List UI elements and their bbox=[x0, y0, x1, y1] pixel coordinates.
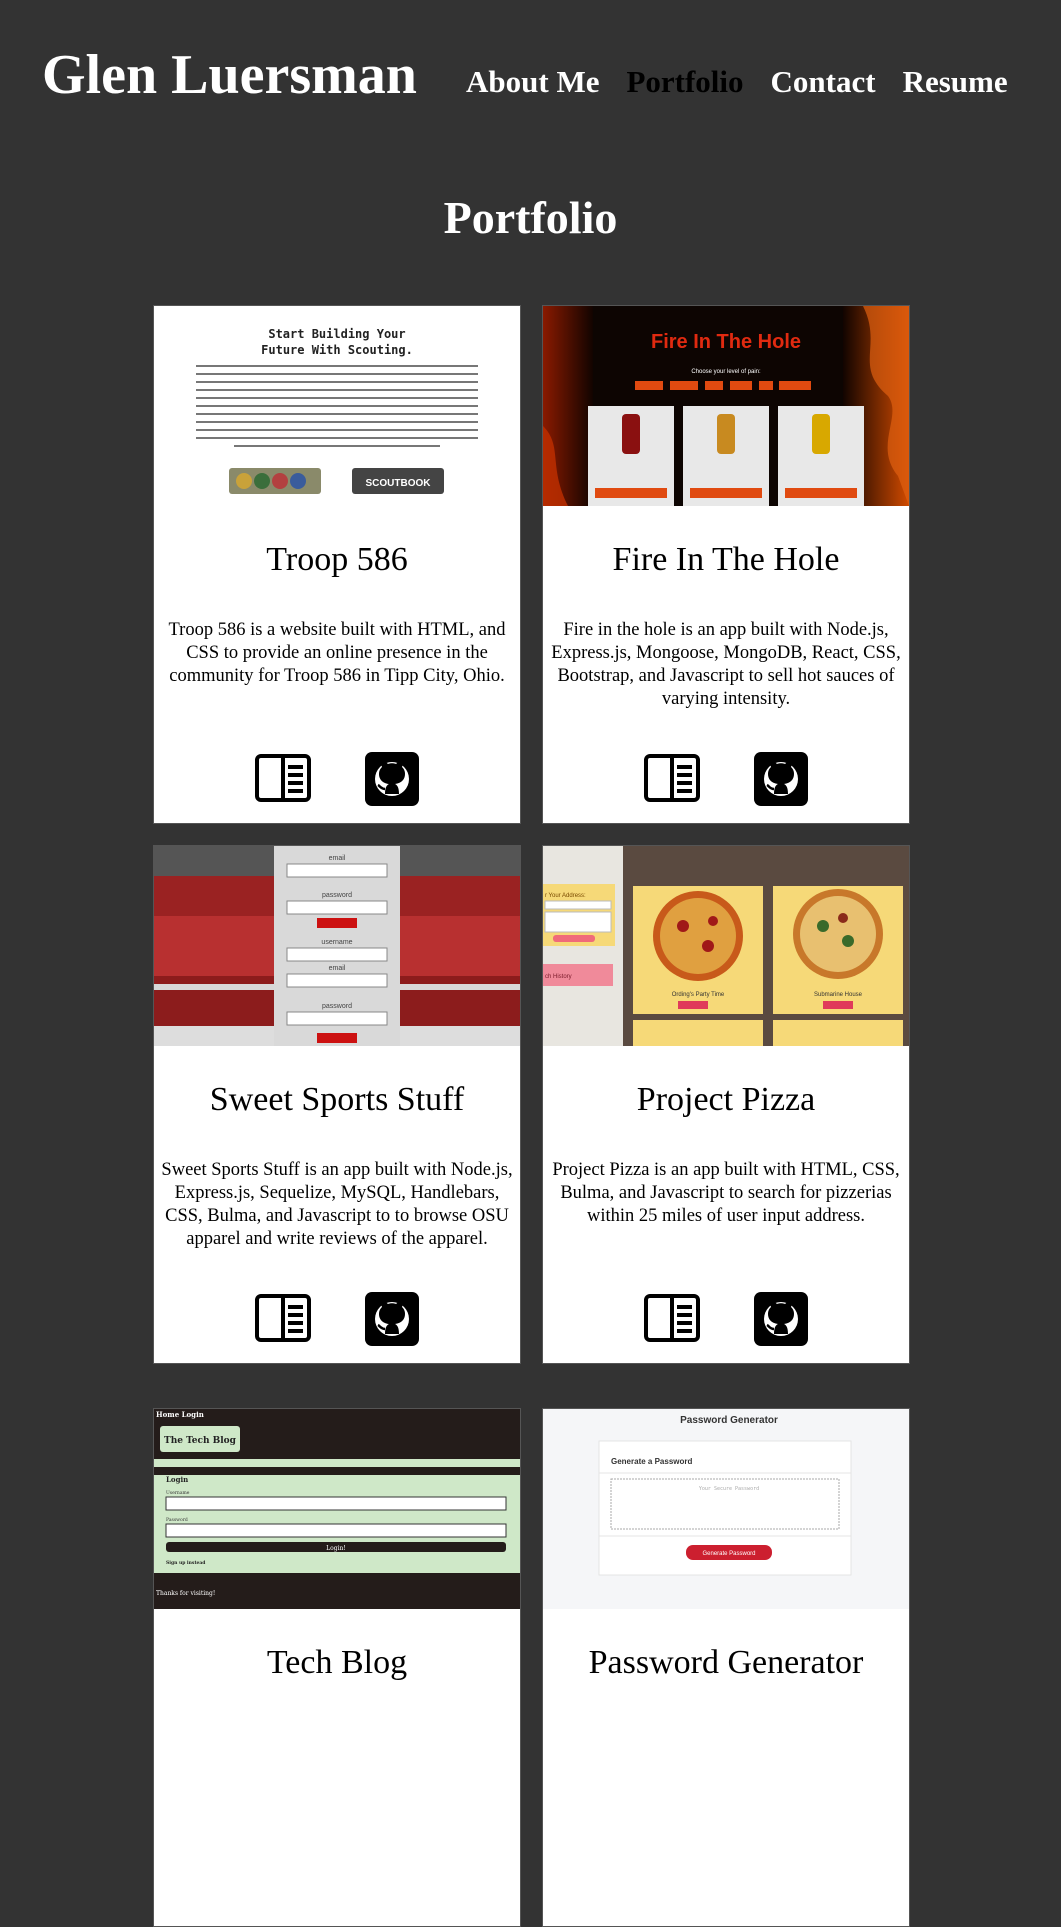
thumb-card-title: Generate a Password bbox=[611, 1457, 692, 1466]
thumb-history: ch History bbox=[545, 974, 572, 980]
project-title: Tech Blog bbox=[266, 1644, 408, 1681]
project-screenshot[interactable]: Start Building Your Future With Scouting… bbox=[154, 306, 520, 506]
thumb-prompt: Choose your level of pain: bbox=[691, 369, 761, 375]
github-icon bbox=[365, 752, 419, 806]
project-description: Troop 586 is a website built with HTML, … bbox=[168, 620, 506, 686]
github-icon bbox=[754, 752, 808, 806]
project-screenshot[interactable]: r Your Address: ch History Ording's Part… bbox=[543, 846, 909, 1046]
thumb-button: Login! bbox=[326, 1545, 346, 1552]
project-card-project-pizza: r Your Address: ch History Ording's Part… bbox=[542, 845, 910, 1364]
thumb-placeholder: Your Secure Password bbox=[699, 1486, 759, 1492]
deployed-app-link[interactable] bbox=[254, 751, 312, 807]
project-title: Troop 586 bbox=[266, 541, 408, 578]
github-repo-link[interactable] bbox=[365, 1291, 419, 1347]
project-links bbox=[543, 751, 909, 807]
github-repo-link[interactable] bbox=[365, 751, 419, 807]
project-card-tech-blog: Home Login The Tech Blog Login Username … bbox=[153, 1408, 521, 1927]
nav-about-me[interactable]: About Me bbox=[466, 62, 599, 102]
site-header: Glen Luersman About Me Portfolio Contact Re… bbox=[0, 0, 1061, 150]
thumb-label: email bbox=[329, 965, 346, 972]
thumb-header: Password Generator bbox=[680, 1415, 778, 1426]
github-repo-link[interactable] bbox=[754, 1291, 808, 1347]
project-screenshot[interactable]: Fire In The Hole Choose your level of pa… bbox=[543, 306, 909, 506]
deployed-app-link[interactable] bbox=[643, 751, 701, 807]
github-icon bbox=[365, 1292, 419, 1346]
deployed-app-link[interactable] bbox=[254, 1291, 312, 1347]
reader-icon bbox=[255, 1294, 311, 1342]
thumb-pizza-1: Ording's Party Time bbox=[672, 992, 725, 998]
project-screenshot[interactable]: Password Generator Generate a Password Y… bbox=[543, 1409, 909, 1609]
thumb-badge: SCOUTBOOK bbox=[366, 478, 432, 489]
project-card-sweet-sports-stuff: email password username email password S… bbox=[153, 845, 521, 1364]
project-card-fire-in-the-hole: Fire In The Hole Choose your level of pa… bbox=[542, 305, 910, 824]
main-nav: About Me Portfolio Contact Resume bbox=[466, 62, 1035, 102]
thumb-label: password bbox=[322, 892, 352, 899]
thumb-label: username bbox=[321, 939, 352, 946]
thumb-pizza-2: Submarine House bbox=[814, 992, 863, 998]
github-repo-link[interactable] bbox=[754, 751, 808, 807]
project-description: Fire in the hole is an app built with No… bbox=[551, 620, 901, 709]
thumb-login: Login bbox=[166, 1475, 188, 1484]
thumb-label: password bbox=[322, 1003, 352, 1010]
page-title: Portfolio bbox=[443, 192, 618, 243]
thumb-signup: Sign up instead bbox=[166, 1560, 206, 1566]
thumb-username: Username bbox=[166, 1490, 190, 1496]
thumb-nav: Home Login bbox=[156, 1410, 204, 1419]
reader-icon bbox=[644, 1294, 700, 1342]
reader-icon bbox=[255, 754, 311, 802]
project-title: Project Pizza bbox=[636, 1081, 816, 1118]
nav-resume[interactable]: Resume bbox=[903, 62, 1008, 102]
thumb-generate-button: Generate Password bbox=[702, 1551, 755, 1557]
project-title: Password Generator bbox=[588, 1644, 864, 1681]
nav-contact[interactable]: Contact bbox=[771, 62, 876, 102]
thumb-blog-title: The Tech Blog bbox=[164, 1436, 237, 1446]
reader-icon bbox=[644, 754, 700, 802]
thumb-label: email bbox=[329, 855, 346, 862]
project-screenshot[interactable]: Home Login The Tech Blog Login Username … bbox=[154, 1409, 520, 1609]
nav-portfolio[interactable]: Portfolio bbox=[626, 62, 743, 102]
thumb-password: Password bbox=[166, 1517, 188, 1523]
project-links bbox=[543, 1291, 909, 1347]
deployed-app-link[interactable] bbox=[643, 1291, 701, 1347]
project-title: Fire In The Hole bbox=[612, 541, 840, 578]
thumb-banner: Fire In The Hole bbox=[651, 331, 801, 353]
project-links bbox=[154, 751, 520, 807]
project-title: Sweet Sports Stuff bbox=[209, 1081, 465, 1118]
project-description: Sweet Sports Stuff is an app built with … bbox=[161, 1160, 513, 1249]
thumb-footer: Thanks for visiting! bbox=[156, 1590, 215, 1597]
project-screenshot[interactable]: email password username email password bbox=[154, 846, 520, 1046]
project-description: Project Pizza is an app built with HTML,… bbox=[552, 1160, 900, 1226]
project-links bbox=[154, 1291, 520, 1347]
project-card-password-generator: Password Generator Generate a Password Y… bbox=[542, 1408, 910, 1927]
project-card-troop-586: Start Building Your Future With Scouting… bbox=[153, 305, 521, 824]
github-icon bbox=[754, 1292, 808, 1346]
site-brand[interactable]: Glen Luersman bbox=[42, 40, 417, 110]
thumb-heading-2: Future With Scouting. bbox=[261, 343, 413, 357]
thumb-address-label: r Your Address: bbox=[545, 893, 586, 899]
thumb-heading-1: Start Building Your bbox=[268, 327, 405, 341]
